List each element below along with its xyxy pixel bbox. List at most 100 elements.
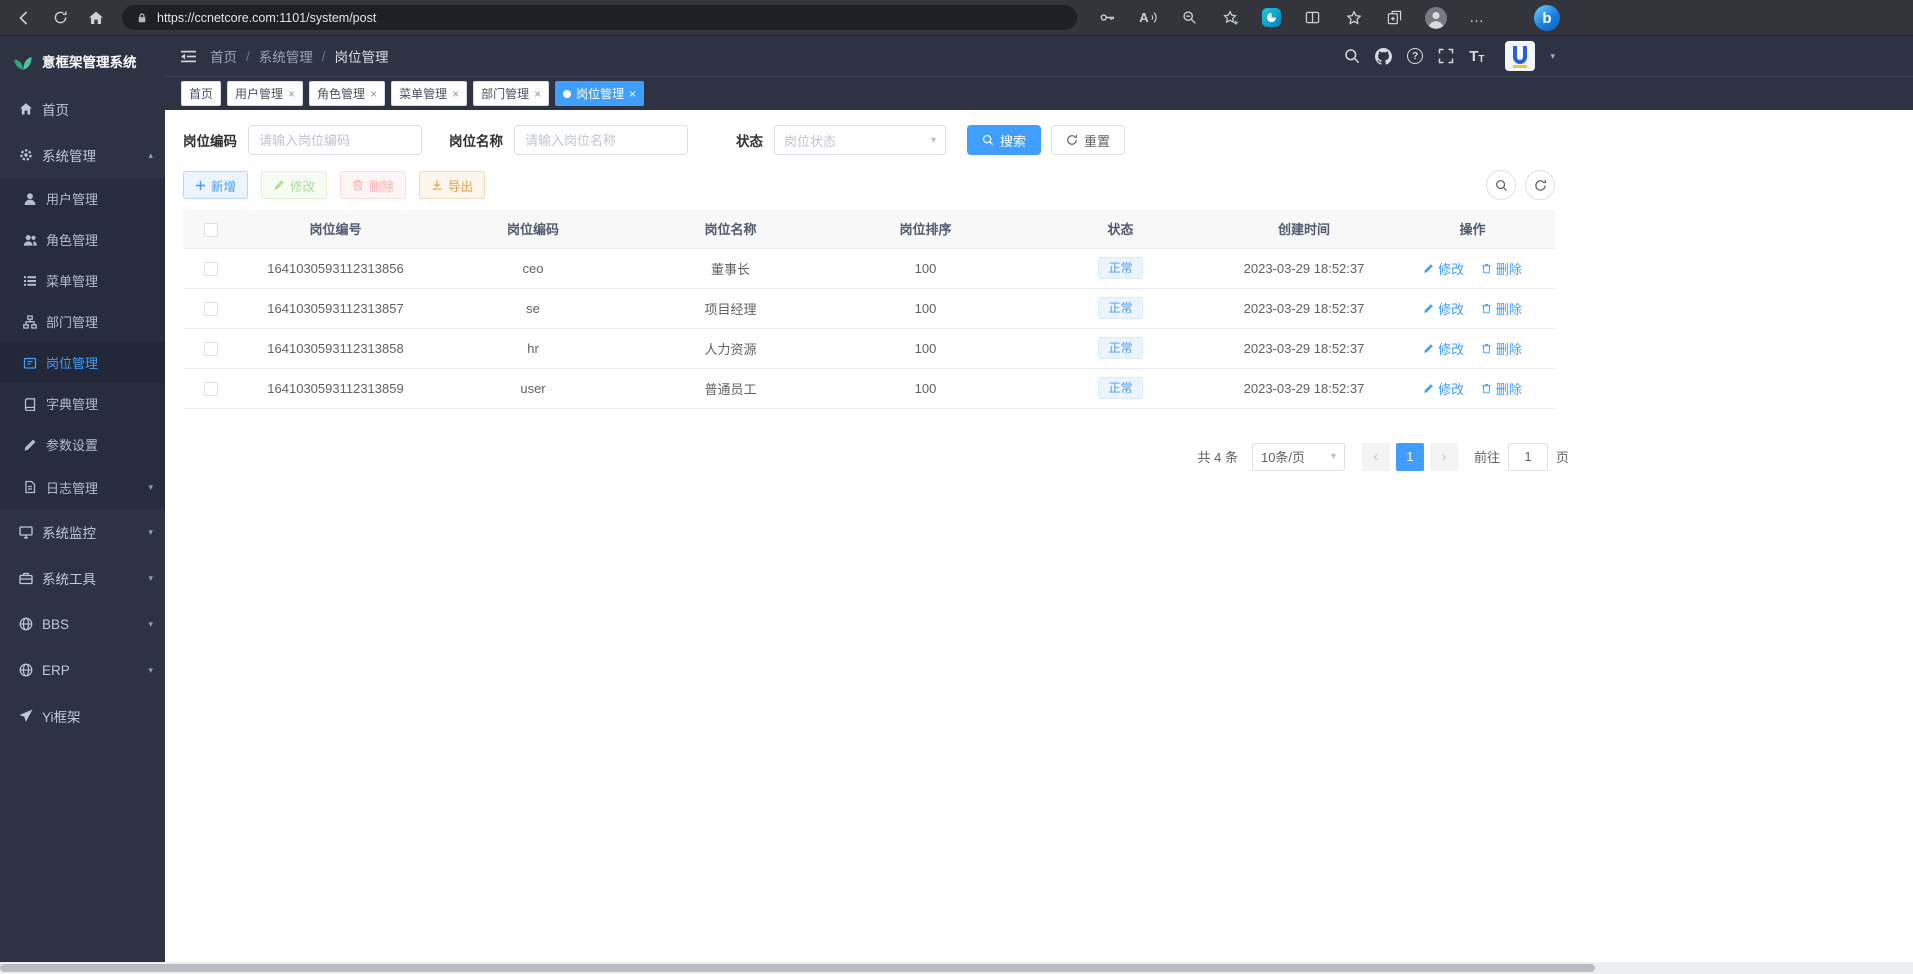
download-icon: [431, 179, 443, 191]
sidebar-item-bbs[interactable]: BBS ▾: [0, 601, 165, 647]
user-avatar[interactable]: [1505, 41, 1535, 71]
sidebar-item-parameters[interactable]: 参数设置: [0, 424, 165, 465]
sidebar-item-monitor[interactable]: 系统监控 ▾: [0, 509, 165, 555]
sidebar-item-erp[interactable]: ERP ▾: [0, 647, 165, 693]
status-badge: 正常: [1098, 377, 1142, 399]
status-select[interactable]: 岗位状态 ▾: [774, 125, 946, 155]
sidebar-item-roles[interactable]: 角色管理: [0, 219, 165, 260]
row-checkbox[interactable]: [204, 342, 218, 356]
delete-button[interactable]: 删除: [340, 171, 406, 199]
scrollbar-thumb[interactable]: [0, 964, 1595, 972]
col-status: 状态: [1023, 210, 1218, 248]
sidebar-item-departments[interactable]: 部门管理: [0, 301, 165, 342]
favorites-button[interactable]: [1333, 0, 1374, 36]
zoom-out-button[interactable]: [1169, 0, 1210, 36]
clarity-icon: [1262, 8, 1281, 27]
page-size-select[interactable]: 10条/页 ▾: [1252, 443, 1345, 471]
goto-page-input[interactable]: [1508, 443, 1548, 471]
sidebar-item-users[interactable]: 用户管理: [0, 178, 165, 219]
sound-waves-icon: [1151, 11, 1158, 24]
book-icon: [23, 397, 37, 411]
id-badge-icon: [23, 356, 37, 370]
page-number-1[interactable]: 1: [1396, 443, 1424, 471]
hamburger-fold-icon: [180, 48, 197, 65]
refresh-table-button[interactable]: [1525, 170, 1555, 200]
export-button[interactable]: 导出: [419, 171, 485, 199]
extension-clarity-button[interactable]: [1251, 0, 1292, 36]
row-edit-link[interactable]: 修改: [1423, 259, 1464, 278]
tab-departments[interactable]: 部门管理 ×: [473, 81, 549, 106]
select-all-checkbox[interactable]: [204, 223, 218, 237]
font-size-button[interactable]: TT: [1469, 48, 1484, 65]
sidebar-item-logs[interactable]: 日志管理 ▾: [0, 465, 165, 509]
row-checkbox[interactable]: [204, 382, 218, 396]
add-favorite-button[interactable]: [1210, 0, 1251, 36]
browser-refresh-button[interactable]: [42, 0, 78, 36]
gear-icon: [19, 148, 33, 162]
split-screen-button[interactable]: [1292, 0, 1333, 36]
close-icon[interactable]: ×: [629, 87, 636, 101]
row-edit-link[interactable]: 修改: [1423, 379, 1464, 398]
add-button[interactable]: 新增: [183, 171, 248, 199]
browser-profile-button[interactable]: [1415, 0, 1456, 36]
prev-page-button[interactable]: ‹: [1362, 443, 1390, 471]
fullscreen-button[interactable]: [1438, 48, 1454, 64]
horizontal-scrollbar[interactable]: [0, 962, 1913, 974]
tab-roles[interactable]: 角色管理 ×: [309, 81, 385, 106]
breadcrumb-system[interactable]: 系统管理: [259, 46, 313, 66]
row-edit-link[interactable]: 修改: [1423, 339, 1464, 358]
row-delete-link[interactable]: 删除: [1481, 299, 1522, 318]
sidebar-item-menus[interactable]: 菜单管理: [0, 260, 165, 301]
sidebar-item-dictionary[interactable]: 字典管理: [0, 383, 165, 424]
post-name-input[interactable]: [514, 125, 688, 155]
header-search-button[interactable]: [1344, 48, 1360, 64]
close-icon[interactable]: ×: [534, 87, 541, 101]
trash-icon: [1481, 303, 1492, 314]
search-button[interactable]: 搜索: [967, 125, 1041, 155]
collections-button[interactable]: [1374, 0, 1415, 36]
sidebar-item-tools[interactable]: 系统工具 ▾: [0, 555, 165, 601]
row-delete-link[interactable]: 删除: [1481, 379, 1522, 398]
row-checkbox[interactable]: [204, 302, 218, 316]
avatar-logo-icon: [1505, 41, 1535, 71]
status-badge: 正常: [1098, 257, 1142, 279]
row-delete-link[interactable]: 删除: [1481, 259, 1522, 278]
next-page-button[interactable]: ›: [1430, 443, 1458, 471]
close-icon[interactable]: ×: [370, 87, 377, 101]
row-checkbox[interactable]: [204, 262, 218, 276]
sidebar-item-posts[interactable]: 岗位管理: [0, 342, 165, 383]
tab-home[interactable]: 首页: [181, 81, 221, 106]
users-group-icon: [23, 233, 37, 247]
tab-users[interactable]: 用户管理 ×: [227, 81, 303, 106]
chevron-down-icon: ▾: [148, 619, 153, 630]
sidebar-item-home[interactable]: 首页: [0, 86, 165, 132]
tab-menus[interactable]: 菜单管理 ×: [391, 81, 467, 106]
user-dropdown-caret[interactable]: ▾: [1550, 51, 1555, 62]
modify-button[interactable]: 修改: [261, 171, 327, 199]
row-edit-link[interactable]: 修改: [1423, 299, 1464, 318]
sidebar-item-framework[interactable]: Yi框架: [0, 693, 165, 739]
close-icon[interactable]: ×: [452, 87, 459, 101]
post-code-input[interactable]: [248, 125, 422, 155]
sidebar-collapse-button[interactable]: [180, 48, 197, 65]
password-key-button[interactable]: [1087, 0, 1128, 36]
browser-back-button[interactable]: [6, 0, 42, 36]
row-delete-link[interactable]: 删除: [1481, 339, 1522, 358]
app-logo[interactable]: 意框架管理系统: [0, 36, 165, 86]
sidebar-item-system[interactable]: 系统管理 ▴: [0, 132, 165, 178]
github-button[interactable]: [1375, 48, 1392, 65]
col-post-name: 岗位名称: [633, 210, 828, 248]
copilot-bing-button[interactable]: b: [1534, 5, 1560, 31]
help-button[interactable]: ?: [1407, 48, 1423, 64]
bing-icon: b: [1542, 10, 1551, 27]
reset-button[interactable]: 重置: [1051, 125, 1125, 155]
browser-home-button[interactable]: [78, 0, 114, 36]
browser-menu-button[interactable]: …: [1456, 0, 1497, 36]
address-bar[interactable]: https://ccnetcore.com:1101/system/post: [122, 5, 1077, 30]
table-row: 1641030593112313857 se 项目经理 100 正常 2023-…: [183, 288, 1555, 328]
breadcrumb-home[interactable]: 首页: [210, 46, 237, 66]
close-icon[interactable]: ×: [288, 87, 295, 101]
read-aloud-button[interactable]: A: [1128, 0, 1169, 36]
tab-posts-active[interactable]: 岗位管理 ×: [555, 81, 644, 106]
toggle-search-button[interactable]: [1486, 170, 1516, 200]
